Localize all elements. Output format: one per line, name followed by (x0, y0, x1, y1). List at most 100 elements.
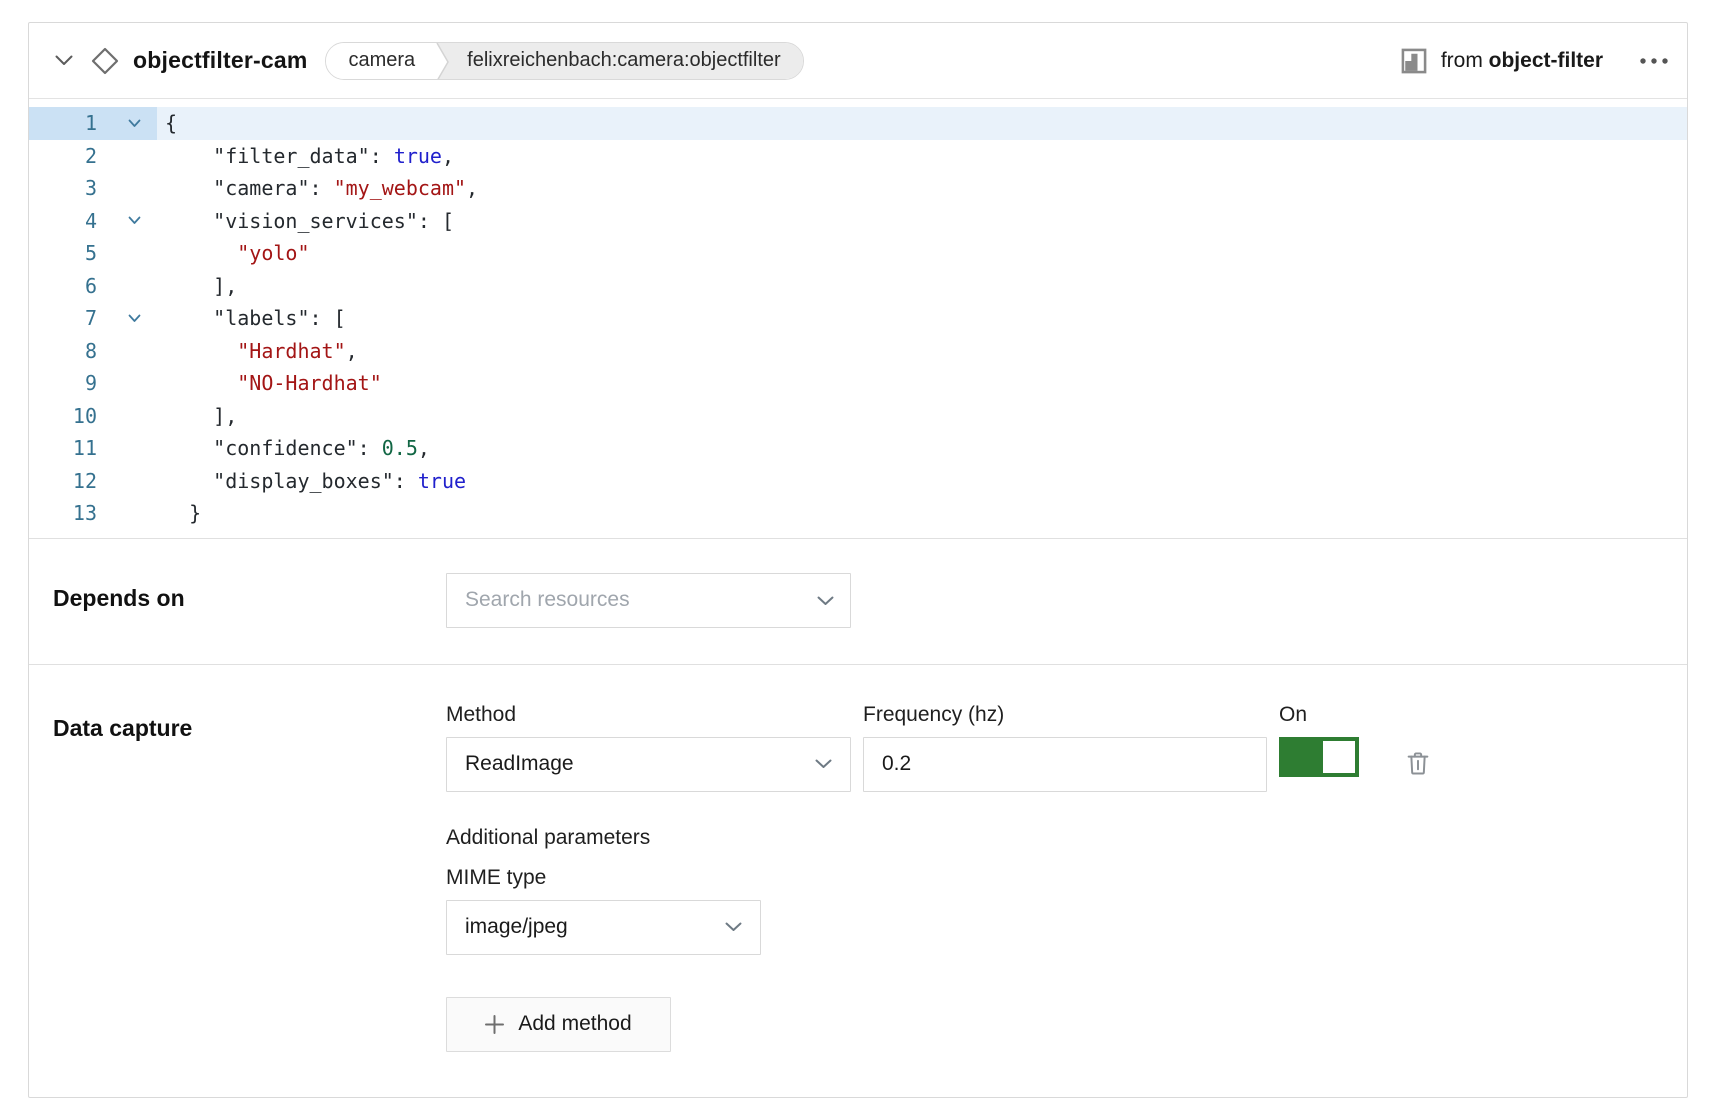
editor-gutter: 2 (29, 140, 157, 173)
from-module-label: from object-filter (1441, 49, 1603, 73)
add-method-button[interactable]: Add method (446, 997, 671, 1052)
code-line-9[interactable]: 9 "NO-Hardhat" (29, 367, 1687, 400)
frequency-label: Frequency (hz) (863, 703, 1267, 727)
add-method-label: Add method (518, 1012, 631, 1036)
fold-spacer (97, 237, 157, 270)
code-line-5[interactable]: 5 "yolo" (29, 237, 1687, 270)
code-text: "yolo" (157, 237, 1687, 270)
data-capture-heading: Data capture (53, 703, 446, 1098)
plus-icon (485, 1015, 504, 1034)
fold-chevron-icon[interactable] (97, 302, 157, 335)
code-text: { (157, 107, 1687, 140)
depends-search-combobox[interactable] (446, 573, 851, 628)
mime-type-select[interactable]: image/jpeg (446, 900, 761, 955)
code-text: ], (157, 270, 1687, 303)
mime-type-value: image/jpeg (465, 915, 568, 939)
trash-icon (1404, 749, 1432, 777)
ellipsis-menu-button[interactable] (1637, 46, 1671, 76)
code-text: "Hardhat", (157, 335, 1687, 368)
capture-on-toggle[interactable] (1279, 737, 1359, 777)
method-label: Method (446, 703, 851, 727)
delete-method-button[interactable] (1403, 748, 1433, 778)
fold-spacer (97, 432, 157, 465)
json-config-editor[interactable]: 1{2 "filter_data": true,3 "camera": "my_… (29, 99, 1687, 539)
fold-spacer (97, 335, 157, 368)
code-text: "filter_data": true, (157, 140, 1687, 173)
component-diamond-icon (89, 45, 121, 77)
code-text: ], (157, 400, 1687, 433)
component-type-model-badge: camera felixreichenbach:camera:objectfil… (325, 42, 803, 80)
collapse-chevron-icon[interactable] (51, 48, 77, 74)
code-text: } (157, 497, 1687, 530)
fold-spacer (97, 465, 157, 498)
toggle-knob (1323, 741, 1355, 773)
code-text: "display_boxes": true (157, 465, 1687, 498)
code-line-12[interactable]: 12 "display_boxes": true (29, 465, 1687, 498)
depends-on-section: Depends on (29, 539, 1687, 665)
editor-gutter: 6 (29, 270, 157, 303)
depends-search-input[interactable] (465, 588, 832, 612)
method-select[interactable]: ReadImage (446, 737, 851, 792)
line-number: 12 (29, 465, 97, 498)
line-number: 13 (29, 497, 97, 530)
editor-gutter: 4 (29, 205, 157, 238)
code-line-7[interactable]: 7 "labels": [ (29, 302, 1687, 335)
editor-gutter: 11 (29, 432, 157, 465)
fold-spacer (97, 400, 157, 433)
on-label: On (1279, 703, 1359, 727)
mime-type-label: MIME type (446, 866, 1433, 890)
line-number: 3 (29, 172, 97, 205)
code-text: "vision_services": [ (157, 205, 1687, 238)
line-number: 2 (29, 140, 97, 173)
fold-chevron-icon[interactable] (97, 205, 157, 238)
model-badge: felixreichenbach:camera:objectfilter (455, 43, 803, 79)
editor-gutter: 8 (29, 335, 157, 368)
editor-gutter: 3 (29, 172, 157, 205)
frequency-field (863, 737, 1267, 792)
code-line-13[interactable]: 13 } (29, 497, 1687, 530)
line-number: 11 (29, 432, 97, 465)
code-line-8[interactable]: 8 "Hardhat", (29, 335, 1687, 368)
code-text: "labels": [ (157, 302, 1687, 335)
editor-gutter: 13 (29, 497, 157, 530)
code-text: "confidence": 0.5, (157, 432, 1687, 465)
fold-spacer (97, 270, 157, 303)
line-number: 6 (29, 270, 97, 303)
fold-spacer (97, 497, 157, 530)
data-capture-form: Method ReadImage Frequency (hz) On (446, 703, 1433, 1098)
fold-chevron-icon[interactable] (97, 107, 157, 140)
editor-gutter: 5 (29, 237, 157, 270)
component-header: objectfilter-cam camera felixreichenbach… (29, 23, 1687, 99)
code-line-1[interactable]: 1{ (29, 107, 1687, 140)
code-line-6[interactable]: 6 ], (29, 270, 1687, 303)
method-value: ReadImage (465, 752, 574, 776)
line-number: 10 (29, 400, 97, 433)
code-line-3[interactable]: 3 "camera": "my_webcam", (29, 172, 1687, 205)
fold-spacer (97, 367, 157, 400)
code-text: "NO-Hardhat" (157, 367, 1687, 400)
code-line-4[interactable]: 4 "vision_services": [ (29, 205, 1687, 238)
code-line-11[interactable]: 11 "confidence": 0.5, (29, 432, 1687, 465)
line-number: 7 (29, 302, 97, 335)
line-number: 4 (29, 205, 97, 238)
component-title: objectfilter-cam (133, 47, 307, 74)
chevron-down-icon (815, 759, 832, 769)
code-text: "camera": "my_webcam", (157, 172, 1687, 205)
editor-gutter: 10 (29, 400, 157, 433)
line-number: 8 (29, 335, 97, 368)
badge-separator-chevron-icon (431, 43, 455, 80)
line-number: 9 (29, 367, 97, 400)
chevron-down-icon (725, 922, 742, 932)
editor-gutter: 1 (29, 107, 157, 140)
module-name: object-filter (1489, 49, 1603, 72)
code-line-2[interactable]: 2 "filter_data": true, (29, 140, 1687, 173)
editor-gutter: 12 (29, 465, 157, 498)
module-icon (1400, 47, 1428, 75)
data-capture-section: Data capture Method ReadImage Frequency … (29, 665, 1687, 1098)
component-card: objectfilter-cam camera felixreichenbach… (28, 22, 1688, 1098)
type-badge: camera (326, 43, 431, 79)
editor-gutter: 9 (29, 367, 157, 400)
frequency-input[interactable] (882, 752, 1248, 776)
code-line-10[interactable]: 10 ], (29, 400, 1687, 433)
fold-spacer (97, 172, 157, 205)
